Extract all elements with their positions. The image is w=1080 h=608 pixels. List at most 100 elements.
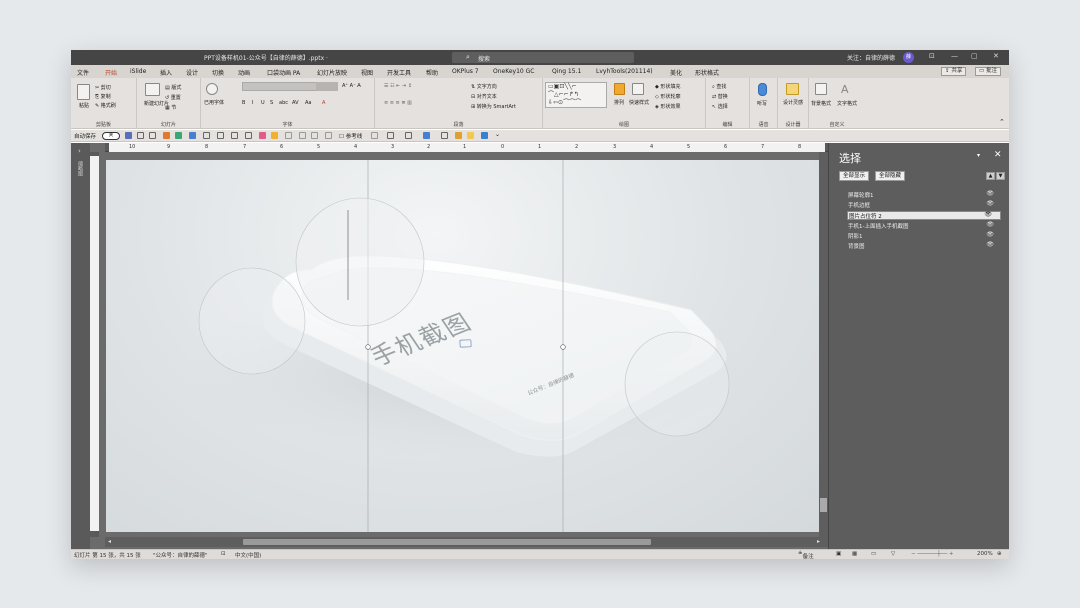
section-button[interactable]: ▦ 节	[165, 104, 176, 111]
reading-view-icon[interactable]: ▭	[871, 551, 876, 557]
find-button[interactable]: ⌕ 查找	[712, 83, 726, 90]
fit-slide-icon[interactable]: ⊕	[997, 551, 1002, 557]
align-text-button[interactable]: ⊟ 对齐文本	[471, 93, 497, 100]
customize-qat-icon[interactable]: ⌄	[495, 131, 500, 138]
lens-right[interactable]	[624, 331, 730, 437]
background-format-button[interactable]: 背景格式	[811, 100, 831, 107]
shape-outline-button[interactable]: ◇ 形状轮廓	[655, 93, 680, 100]
tab-onekey[interactable]: OneKey10 GC	[493, 68, 534, 75]
horizontal-scrollbar[interactable]: ◂ ▸	[105, 537, 828, 547]
copy-button[interactable]: ⎘ 复制	[95, 93, 111, 100]
tab-animations[interactable]: 动画	[238, 68, 250, 77]
tab-beautify[interactable]: 美化	[670, 68, 682, 77]
ungroup-icon[interactable]	[371, 132, 378, 139]
highlight-icon[interactable]	[455, 132, 462, 139]
selection-handle[interactable]	[560, 344, 566, 350]
shapes-gallery[interactable]: ▭▣⊡╲╲⌐ ⌒△⌐⌐↱↰ ⇩⇦⊙⌒⌒⌒	[545, 82, 607, 108]
language-indicator[interactable]: 中文(中国)	[235, 551, 261, 559]
horizontal-scroll-thumb[interactable]	[243, 539, 651, 545]
eye-icon[interactable]: 👁︎	[986, 200, 994, 207]
bring-forward-icon[interactable]: ▲	[986, 172, 995, 180]
paste-icon[interactable]	[77, 84, 90, 100]
present-icon[interactable]	[163, 132, 170, 139]
screen-icon[interactable]	[481, 132, 488, 139]
smartart-button[interactable]: ⊞ 转换为 SmartArt	[471, 103, 516, 110]
slide-canvas[interactable]: 手机截图 公众号：自律的薛德	[106, 160, 821, 532]
rotate-icon[interactable]	[231, 132, 238, 139]
quick-styles-button[interactable]: 快速样式	[629, 99, 649, 106]
tab-design[interactable]: 设计	[186, 68, 198, 77]
pane-item[interactable]: 阴影1 👁︎	[848, 231, 1002, 240]
shape-effects-button[interactable]: ◈ 形状效果	[655, 103, 680, 110]
show-all-button[interactable]: 全部显示	[839, 171, 870, 181]
design-ideas-button[interactable]: 设计灵感	[783, 99, 803, 106]
change-case-button[interactable]: Aa	[305, 100, 311, 106]
save-icon[interactable]	[125, 132, 132, 139]
camera-lens-top[interactable]	[295, 197, 425, 327]
pane-item-selected[interactable]: 图片占位符 2 👁︎	[847, 211, 1001, 220]
autosave-toggle[interactable]: 关	[102, 132, 120, 140]
undo-icon[interactable]	[137, 132, 144, 139]
square-icon[interactable]	[441, 132, 448, 139]
format-painter-button[interactable]: ✎ 格式刷	[95, 102, 116, 109]
distribute-icon[interactable]	[203, 132, 210, 139]
share-button[interactable]: ⇪ 共享	[941, 67, 967, 76]
pane-item[interactable]: 手机1-上面插入手机截图 👁︎	[848, 221, 1002, 230]
tab-qing[interactable]: Qing 15.1	[552, 68, 581, 75]
lasso-icon[interactable]	[387, 132, 394, 139]
used-fonts-button[interactable]: 已用字体	[204, 99, 224, 106]
tab-islide[interactable]: iSlide	[130, 68, 146, 75]
tab-okplus[interactable]: OKPlus 7	[452, 68, 479, 75]
scroll-right-icon[interactable]: ▸	[817, 538, 820, 545]
shape-icon[interactable]	[245, 132, 252, 139]
hide-all-button[interactable]: 全部隐藏	[875, 171, 906, 181]
fill-icon[interactable]	[271, 132, 278, 139]
search-box[interactable]: ⌕ 搜索	[452, 52, 634, 63]
dictate-button[interactable]: 听写	[757, 100, 767, 107]
vertical-scrollbar[interactable]	[819, 152, 828, 537]
send-backward-icon[interactable]: ▼	[996, 172, 1005, 180]
used-fonts-icon[interactable]	[206, 83, 218, 95]
notes-button[interactable]: ≗ 备注	[798, 551, 814, 559]
tab-lvyhtools[interactable]: LvyhTools(201114)	[596, 68, 653, 75]
text-format-button[interactable]: 文字格式	[837, 100, 857, 107]
char-spacing-button[interactable]: AV	[292, 100, 299, 106]
redo-icon[interactable]	[149, 132, 156, 139]
tab-file[interactable]: 文件	[77, 68, 89, 77]
maximize-button[interactable]: ▢	[971, 52, 978, 60]
table-icon[interactable]	[405, 132, 412, 139]
font-size-dropdown[interactable]	[316, 82, 338, 91]
layout-button[interactable]: ▤ 版式	[165, 84, 181, 91]
color-icon[interactable]	[259, 132, 266, 139]
tab-help[interactable]: 帮助	[426, 68, 438, 77]
list-icon[interactable]	[299, 132, 306, 139]
thumbnail-panel[interactable]: › 缩略图	[71, 143, 90, 549]
normal-view-icon[interactable]: ▣	[836, 551, 841, 557]
tab-insert[interactable]: 插入	[160, 68, 172, 77]
arrange-icon[interactable]	[614, 83, 625, 95]
collapse-ribbon-icon[interactable]: ⌃	[999, 118, 1005, 126]
align-icon[interactable]	[189, 132, 196, 139]
align-icons[interactable]: ≡ ≡ ≡ ≣ ▥	[384, 100, 412, 106]
replace-button[interactable]: ⇄ 替换	[712, 93, 728, 100]
list-icons[interactable]: ☰ ☷ ⇤ ⇥ ↕	[384, 83, 412, 89]
eye-icon[interactable]: 👁︎	[984, 211, 992, 218]
minimize-button[interactable]: —	[951, 52, 958, 60]
eye-icon[interactable]: 👁︎	[986, 221, 994, 228]
expand-thumbnails-icon[interactable]: ›	[78, 147, 81, 155]
underline-button[interactable]: U	[261, 100, 265, 106]
comment-button[interactable]: ▭ 批注	[975, 67, 1001, 76]
lens-left[interactable]	[198, 267, 306, 375]
pane-item[interactable]: 手机边框 👁︎	[848, 200, 1002, 209]
strikethrough-button[interactable]: abc	[279, 100, 288, 106]
cut-button[interactable]: ✂ 剪切	[95, 84, 111, 91]
zoom-level[interactable]: 200%	[977, 551, 993, 557]
pane-item[interactable]: 屏幕轮廓1 👁︎	[848, 190, 1002, 199]
guides-checkbox[interactable]: ☐ 参考线	[339, 132, 362, 140]
print-icon[interactable]	[311, 132, 318, 139]
scroll-left-icon[interactable]: ◂	[108, 538, 111, 545]
eye-icon[interactable]: 👁︎	[986, 241, 994, 248]
paste-button[interactable]: 粘贴	[79, 102, 89, 109]
group-icon[interactable]	[217, 132, 224, 139]
select-button[interactable]: ↖ 选择	[712, 103, 728, 110]
